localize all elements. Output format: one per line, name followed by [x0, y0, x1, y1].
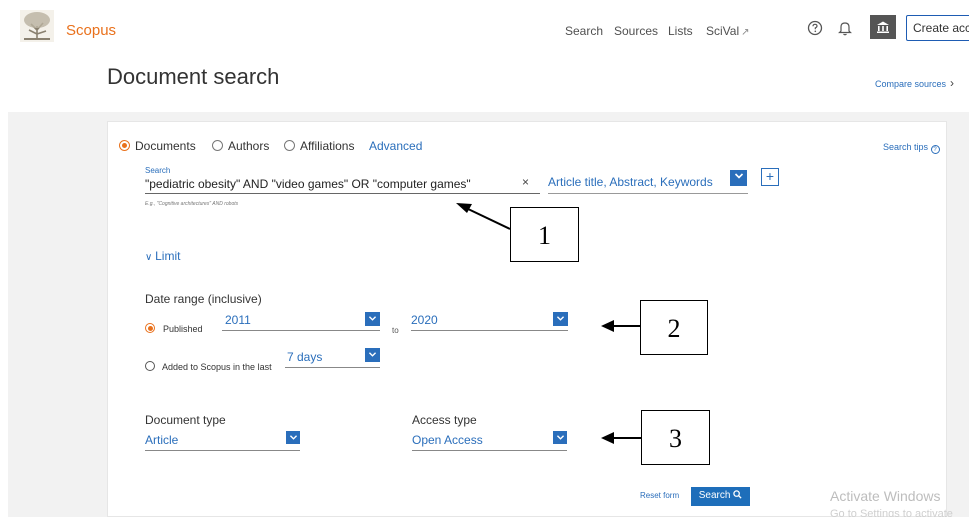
annotation-arrows	[456, 203, 641, 444]
callout-1: 1	[510, 207, 579, 262]
callout-2: 2	[640, 300, 708, 355]
callout-3: 3	[641, 410, 710, 465]
arrow-1-line	[465, 207, 511, 230]
arrow-2-head	[601, 320, 614, 332]
arrow-1-head	[456, 203, 472, 213]
arrow-3-head	[601, 432, 614, 444]
